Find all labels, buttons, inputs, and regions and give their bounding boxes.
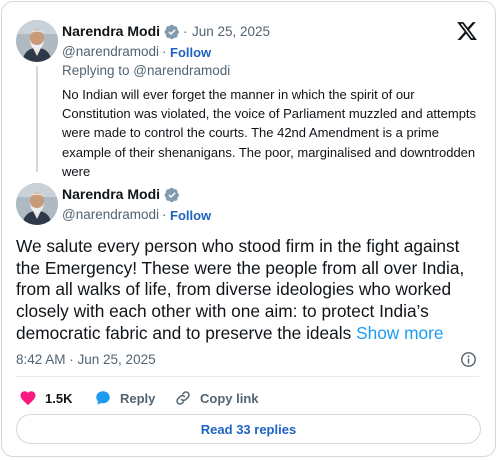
author-name[interactable]: Narendra Modi [62,23,160,39]
show-more-link[interactable]: Show more [356,323,443,343]
post-date[interactable]: Jun 25, 2025 [192,24,270,39]
avatar[interactable] [16,20,58,62]
follow-button[interactable]: Follow [170,45,211,60]
author-handle[interactable]: @narendramodi [62,44,159,59]
separator-dot: · [183,24,188,39]
verified-badge-icon [164,187,179,203]
reply-label: Reply [120,390,156,406]
copy-link-label: Copy link [200,390,259,406]
author-handle[interactable]: @narendramodi [62,207,159,222]
quoted-tweet-text: No Indian will ever forget the manner in… [62,87,477,179]
read-replies-label: Read 33 replies [200,421,297,437]
separator-dot: · [162,44,167,59]
replying-to[interactable]: Replying to @narendramodi [62,63,230,78]
x-logo-icon[interactable] [456,20,478,42]
verified-badge-icon [164,24,179,40]
like-button[interactable]: 1.5K [19,388,72,408]
info-icon[interactable] [460,351,477,368]
divider [16,376,479,377]
avatar[interactable] [16,183,58,225]
post-timestamp[interactable]: 8:42 AM · Jun 25, 2025 [16,352,156,367]
thread-line [36,66,38,172]
copy-link-button[interactable]: Copy link [174,388,259,408]
follow-button[interactable]: Follow [170,208,211,223]
separator-dot: · [162,207,167,222]
heart-icon [20,391,36,406]
read-replies-button[interactable]: Read 33 replies [16,414,481,444]
like-count: 1.5K [45,390,73,406]
tweet-text: We salute every person who stood firm in… [16,236,484,345]
reply-button[interactable]: Reply [94,388,155,408]
link-icon [176,391,190,405]
reply-bubble-icon [96,391,110,405]
author-name[interactable]: Narendra Modi [62,186,160,202]
